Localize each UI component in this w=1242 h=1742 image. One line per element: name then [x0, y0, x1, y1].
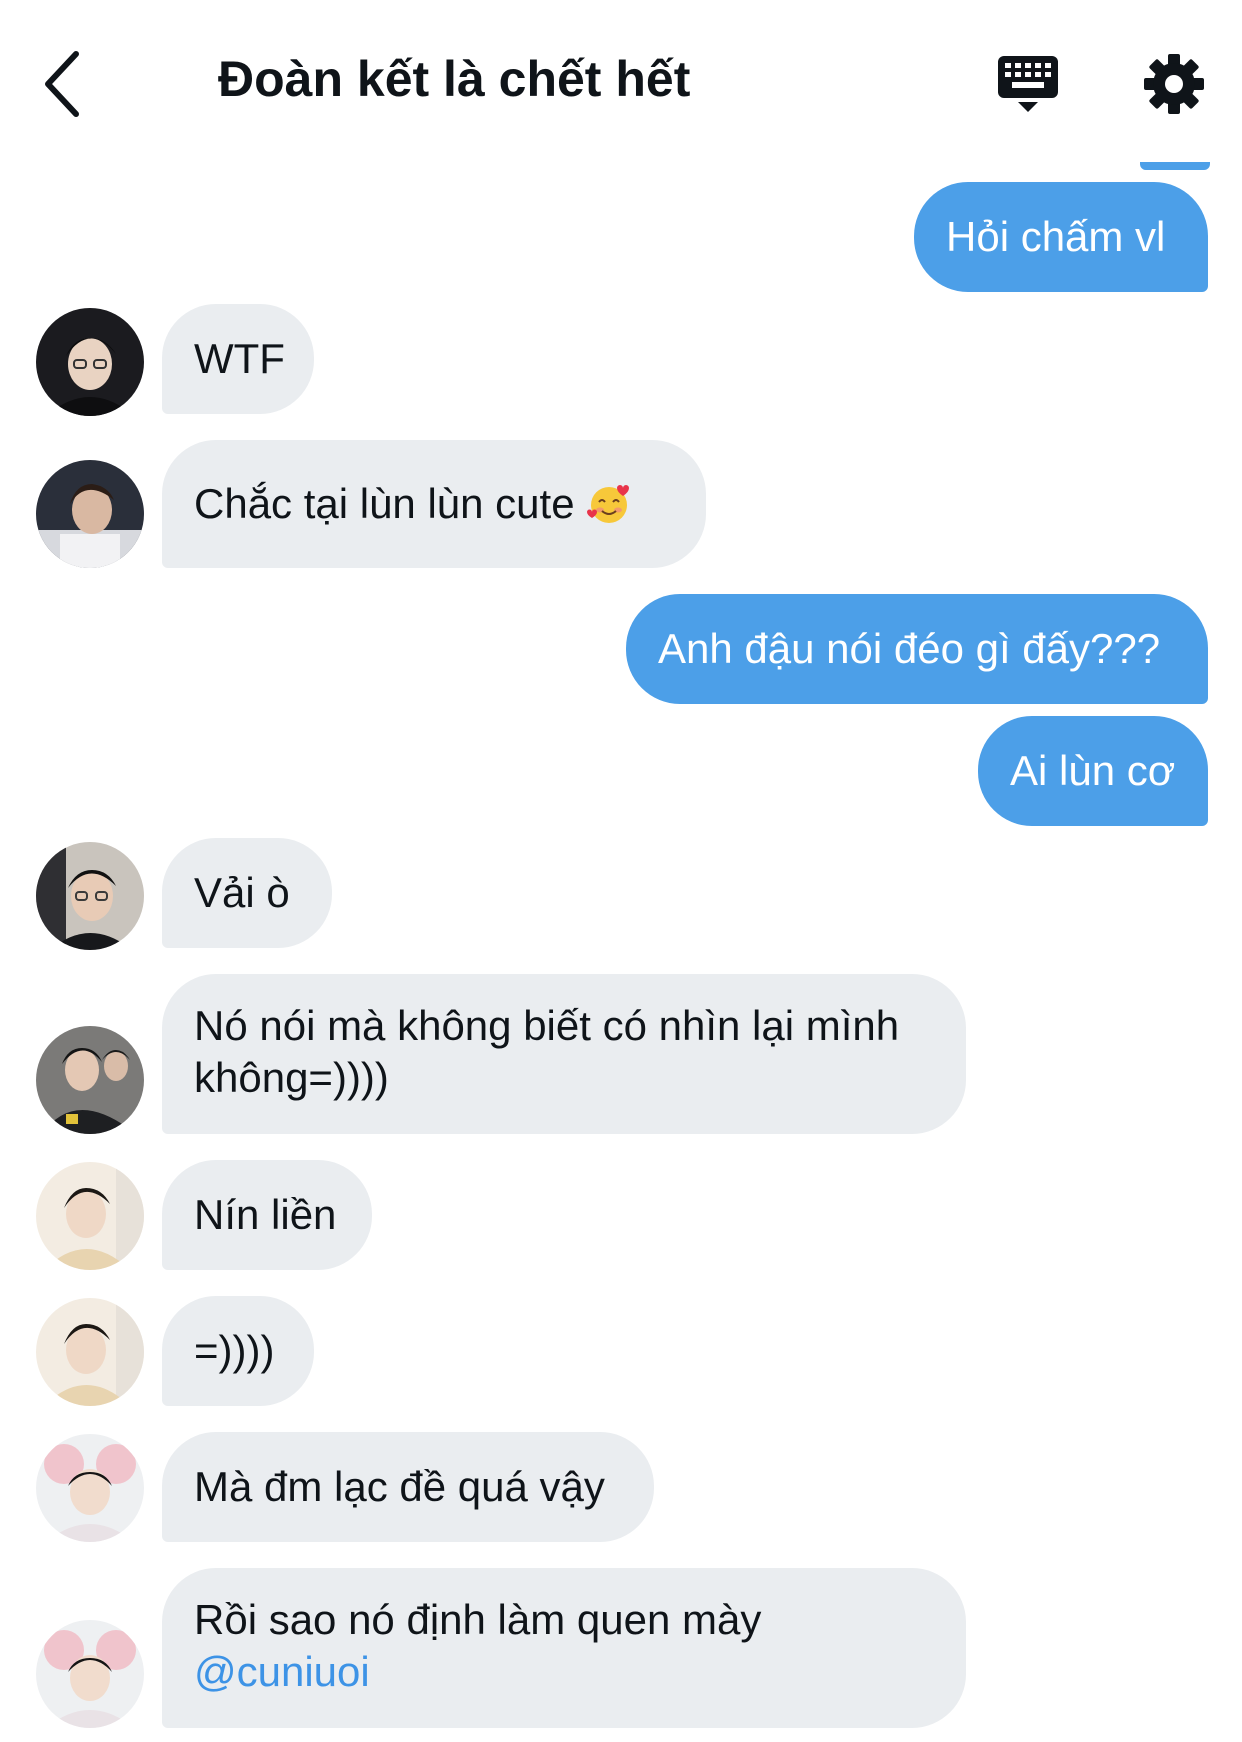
avatar[interactable] — [36, 842, 144, 950]
avatar[interactable] — [36, 1434, 144, 1542]
mention-link[interactable]: @cuniuoi — [194, 1646, 934, 1698]
message-text: Nín liền — [194, 1191, 337, 1238]
avatar-photo-icon — [36, 1162, 144, 1270]
message-text-line: Rồi sao nó định làm quen mày — [194, 1596, 762, 1643]
message-bubble-incoming[interactable]: =)))) — [162, 1296, 314, 1406]
message-bubble-incoming[interactable]: Rồi sao nó định làm quen mày @cuniuoi — [162, 1568, 966, 1728]
keyboard-button[interactable] — [996, 52, 1060, 116]
avatar[interactable] — [36, 1620, 144, 1728]
avatar-photo-icon — [36, 842, 144, 950]
avatar-photo-icon — [36, 460, 144, 568]
message-bubble-incoming[interactable]: Nín liền — [162, 1160, 372, 1270]
message-text: Anh đậu nói đéo gì đấy??? — [658, 625, 1161, 672]
page-title: Đoàn kết là chết hết — [218, 51, 691, 107]
chevron-left-icon — [45, 51, 79, 117]
previous-message-bubble-edge — [1140, 162, 1210, 170]
avatar-photo-icon — [36, 1620, 144, 1728]
message-text: Vải ò — [194, 869, 290, 916]
message-text: WTF — [194, 335, 285, 382]
message-bubble-incoming[interactable]: WTF — [162, 304, 314, 414]
message-bubble-incoming[interactable]: Mà đm lạc đề quá vậy — [162, 1432, 654, 1542]
message-text-line: không=)))) — [194, 1054, 389, 1101]
keyboard-icon — [998, 56, 1058, 112]
message-bubble-outgoing[interactable]: Ai lùn cơ — [978, 716, 1208, 826]
message-text-line: Nó nói mà không biết có nhìn lại mình — [194, 1002, 900, 1049]
back-button[interactable] — [40, 48, 84, 120]
message-bubble-outgoing[interactable]: Hỏi chấm vl — [914, 182, 1208, 292]
message-text: =)))) — [194, 1327, 275, 1374]
avatar-photo-icon — [36, 1298, 144, 1406]
avatar[interactable] — [36, 308, 144, 416]
message-text: Mà đm lạc đề quá vậy — [194, 1463, 605, 1510]
message-text: Chắc tại lùn lùn cute — [194, 480, 575, 527]
message-bubble-incoming[interactable]: Vải ò — [162, 838, 332, 948]
chat-thread: Hỏi chấm vl WTF Chắc tại lùn lùn cute An… — [0, 0, 1242, 1742]
avatar[interactable] — [36, 1162, 144, 1270]
smiling-face-with-hearts-icon — [586, 485, 629, 523]
gear-icon — [1144, 54, 1204, 114]
message-bubble-incoming[interactable]: Nó nói mà không biết có nhìn lại mình kh… — [162, 974, 966, 1134]
avatar-photo-icon — [36, 308, 144, 416]
message-text: Hỏi chấm vl — [946, 213, 1166, 260]
avatar[interactable] — [36, 1298, 144, 1406]
message-text: Ai lùn cơ — [1010, 747, 1176, 794]
settings-button[interactable] — [1142, 52, 1206, 116]
chat-header: Đoàn kết là chết hết — [0, 0, 1242, 160]
avatar-photo-icon — [36, 1026, 144, 1134]
message-bubble-outgoing[interactable]: Anh đậu nói đéo gì đấy??? — [626, 594, 1208, 704]
avatar[interactable] — [36, 460, 144, 568]
avatar-photo-icon — [36, 1434, 144, 1542]
message-bubble-incoming[interactable]: Chắc tại lùn lùn cute — [162, 440, 706, 568]
avatar[interactable] — [36, 1026, 144, 1134]
